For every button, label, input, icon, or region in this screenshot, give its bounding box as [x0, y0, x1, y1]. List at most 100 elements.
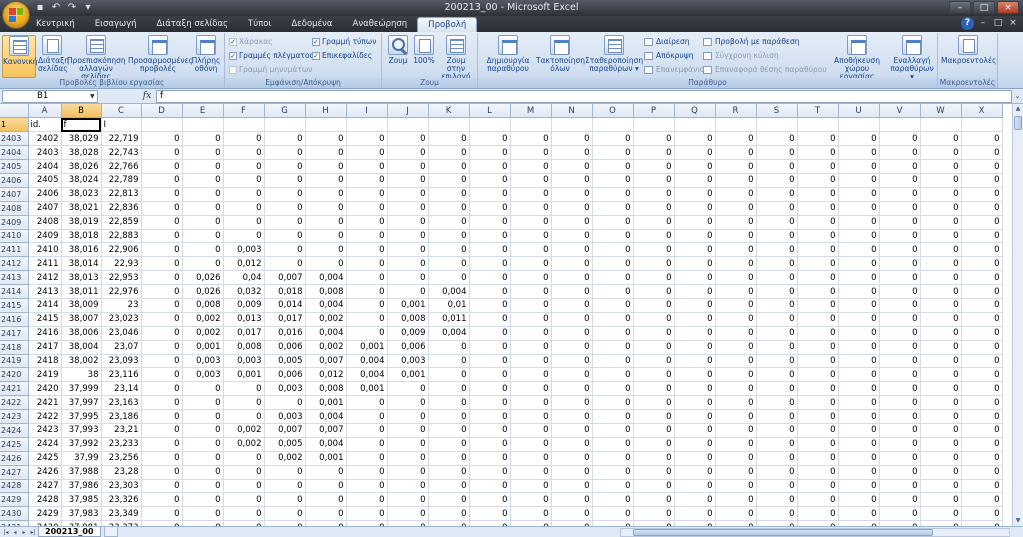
cell[interactable]: 0,009: [387, 326, 429, 341]
cell[interactable]: 0: [346, 201, 388, 216]
cell[interactable]: 37,983: [61, 506, 102, 522]
cell[interactable]: 0: [510, 312, 552, 327]
cell[interactable]: 0,006: [264, 340, 306, 355]
expand-formula-bar-icon[interactable]: ⌄: [1013, 90, 1022, 103]
cell[interactable]: 0: [551, 312, 593, 327]
cell[interactable]: 0: [633, 492, 675, 508]
cell[interactable]: 0: [510, 340, 552, 355]
cell[interactable]: 37,992: [61, 437, 102, 452]
cell[interactable]: 0: [961, 465, 1003, 480]
cell[interactable]: 0: [387, 395, 429, 411]
cell[interactable]: 0: [879, 506, 921, 522]
cell[interactable]: 0: [428, 173, 470, 188]
cell[interactable]: 0: [879, 367, 921, 383]
cell[interactable]: 38,014: [61, 256, 102, 272]
row-header[interactable]: 2426: [0, 451, 29, 466]
cell[interactable]: 0: [469, 492, 511, 508]
cell[interactable]: 0: [592, 284, 634, 299]
cell[interactable]: 0: [879, 423, 921, 438]
cell[interactable]: 0: [920, 409, 962, 424]
cell[interactable]: 0: [469, 506, 511, 522]
cell[interactable]: 0: [428, 451, 470, 466]
cell[interactable]: 0: [182, 229, 224, 244]
cell[interactable]: 0: [879, 340, 921, 355]
column-header[interactable]: S: [756, 104, 798, 119]
cell[interactable]: 0: [674, 215, 716, 230]
cell[interactable]: 0: [510, 159, 552, 174]
cell[interactable]: 0: [141, 409, 183, 424]
cell[interactable]: 0: [920, 187, 962, 202]
cell[interactable]: 0: [756, 437, 798, 452]
cell[interactable]: 2417: [28, 340, 62, 355]
cell[interactable]: 0,012: [305, 367, 347, 383]
cell[interactable]: 0: [674, 451, 716, 466]
macros-button[interactable]: Μακροεντολές: [941, 35, 996, 65]
cell[interactable]: 0: [838, 423, 880, 438]
cell[interactable]: 2402: [28, 131, 62, 147]
row-header[interactable]: 2427: [0, 465, 29, 480]
cell[interactable]: 0: [838, 395, 880, 411]
cell[interactable]: 0: [838, 326, 880, 341]
cell[interactable]: 0: [592, 492, 634, 508]
cell[interactable]: 0: [428, 229, 470, 244]
cell[interactable]: 0: [305, 187, 347, 202]
headings-checkbox[interactable]: ✓ Επικεφαλίδες: [312, 51, 372, 60]
cell[interactable]: 0: [182, 437, 224, 452]
cell[interactable]: 0,001: [346, 340, 388, 355]
cell[interactable]: 0,004: [305, 437, 347, 452]
cell[interactable]: 0: [223, 145, 265, 161]
cell[interactable]: 2428: [28, 492, 62, 508]
cell[interactable]: 0: [551, 395, 593, 411]
cell[interactable]: 0: [346, 465, 388, 480]
cell[interactable]: 0: [838, 479, 880, 494]
cell[interactable]: 0: [387, 145, 429, 161]
zoom-to-selection-button[interactable]: Ζουμ στην επιλογή: [437, 35, 475, 81]
cell[interactable]: 0: [920, 215, 962, 230]
cell[interactable]: 0: [961, 437, 1003, 452]
column-header[interactable]: C: [101, 104, 142, 119]
cell[interactable]: 0: [961, 423, 1003, 438]
cell[interactable]: 23,349: [101, 506, 142, 522]
cell[interactable]: 22,953: [101, 270, 142, 286]
cell[interactable]: 0: [961, 173, 1003, 188]
row-header[interactable]: 2409: [0, 215, 29, 230]
cell[interactable]: 0: [592, 229, 634, 244]
cell[interactable]: 0: [346, 492, 388, 508]
cell[interactable]: 0: [756, 298, 798, 313]
column-header[interactable]: J: [387, 104, 429, 119]
cell[interactable]: 0: [674, 312, 716, 327]
cell[interactable]: 0,002: [223, 423, 265, 438]
row-header[interactable]: 2406: [0, 173, 29, 188]
cell[interactable]: 0: [715, 270, 757, 286]
cell[interactable]: 2419: [28, 367, 62, 383]
cell[interactable]: 0: [264, 465, 306, 480]
cell[interactable]: 0: [182, 215, 224, 230]
cell[interactable]: 0: [797, 423, 839, 438]
cell[interactable]: 0: [920, 354, 962, 369]
cell[interactable]: 0: [838, 354, 880, 369]
cell[interactable]: 0: [920, 270, 962, 286]
cell[interactable]: 0: [961, 395, 1003, 411]
cell[interactable]: 0: [469, 451, 511, 466]
cell[interactable]: 0: [346, 256, 388, 272]
cell[interactable]: 0: [346, 409, 388, 424]
cell[interactable]: 0: [305, 256, 347, 272]
cell[interactable]: 0: [715, 492, 757, 508]
cell[interactable]: 0: [182, 395, 224, 411]
cell[interactable]: 0: [223, 201, 265, 216]
cell[interactable]: 38,021: [61, 201, 102, 216]
cell[interactable]: 0: [756, 340, 798, 355]
cell[interactable]: 0: [510, 465, 552, 480]
cell[interactable]: 0: [182, 492, 224, 508]
cell[interactable]: 0: [797, 159, 839, 174]
cell[interactable]: 0: [469, 340, 511, 355]
cell[interactable]: 0,008: [305, 381, 347, 397]
cell[interactable]: 0: [141, 340, 183, 355]
cell[interactable]: 0: [551, 367, 593, 383]
cell[interactable]: 0: [756, 409, 798, 424]
cell[interactable]: 0: [920, 312, 962, 327]
cell[interactable]: 0: [838, 312, 880, 327]
cell[interactable]: 0,026: [182, 284, 224, 299]
cell[interactable]: 0: [756, 381, 798, 397]
cell[interactable]: 0,007: [264, 270, 306, 286]
